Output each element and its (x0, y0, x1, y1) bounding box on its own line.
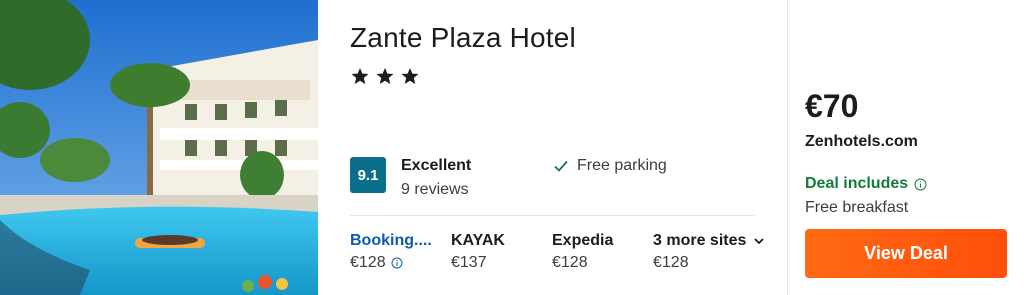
site-name[interactable]: Booking.... (350, 231, 432, 251)
site-price: €128 (552, 254, 588, 271)
info-icon[interactable] (391, 257, 403, 269)
view-deal-button[interactable]: View Deal (805, 229, 1007, 278)
rating-label: Excellent (401, 157, 472, 174)
review-count[interactable]: 9 reviews (401, 181, 469, 199)
site-price: €128 (350, 254, 386, 271)
hotel-result-card[interactable]: Zante Plaza Hotel 9.1 Excellent 9 review… (0, 0, 1024, 295)
star-rating (350, 66, 420, 86)
site-name[interactable]: Expedia (552, 231, 613, 251)
hotel-info: Zante Plaza Hotel 9.1 Excellent 9 review… (350, 0, 764, 295)
info-icon[interactable] (914, 178, 927, 191)
divider (350, 215, 755, 216)
site-price: €137 (451, 254, 487, 271)
check-icon (554, 160, 568, 172)
hotel-name[interactable]: Zante Plaza Hotel (350, 22, 576, 54)
hotel-photo-image (0, 0, 318, 295)
rating-score-badge: 9.1 (350, 157, 386, 193)
site-booking[interactable]: Booking.... €128 (350, 231, 432, 275)
star-icon (401, 68, 419, 84)
deal-includes[interactable]: Deal includes (805, 175, 927, 193)
site-name[interactable]: 3 more sites (653, 232, 746, 249)
star-icon (376, 68, 394, 84)
deal-panel: €70 Zenhotels.com Deal includes Free bre… (805, 0, 1010, 295)
amenity-label: Free parking (577, 157, 667, 174)
site-expedia[interactable]: Expedia €128 (552, 231, 613, 275)
site-price: €128 (653, 254, 689, 271)
deal-provider[interactable]: Zenhotels.com (805, 133, 918, 151)
more-sites-toggle[interactable]: 3 more sites €128 (653, 231, 765, 275)
hotel-photo[interactable] (0, 0, 318, 295)
star-icon (351, 68, 369, 84)
column-divider (787, 0, 788, 295)
deal-detail: Free breakfast (805, 199, 909, 216)
site-kayak[interactable]: KAYAK €137 (451, 231, 505, 275)
site-name[interactable]: KAYAK (451, 231, 505, 251)
chevron-down-icon[interactable] (753, 235, 765, 247)
deal-includes-label: Deal includes (805, 175, 909, 192)
deal-price[interactable]: €70 (805, 88, 858, 125)
amenity-free-parking: Free parking (553, 157, 667, 175)
